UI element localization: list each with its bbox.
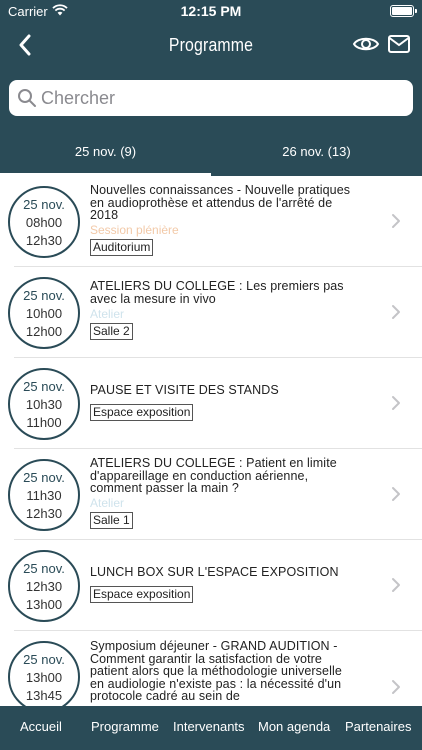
session-title: LUNCH BOX SUR L'ESPACE EXPOSITION: [90, 566, 380, 579]
session-row[interactable]: 25 nov. 10h00 12h00 ATELIERS DU COLLEGE …: [0, 267, 422, 358]
title-line: comment passer la main ?: [90, 481, 239, 495]
title-line: ATELIERS DU COLLEGE : Patient en limite: [90, 456, 337, 470]
tab-25-nov[interactable]: 25 nov. (9): [0, 131, 211, 176]
nav-bar: Programme: [0, 26, 422, 66]
room-badge: Salle 2: [90, 323, 133, 340]
session-start: 13h00: [25, 670, 63, 685]
search-bar[interactable]: [9, 80, 413, 116]
chevron-right-icon: [392, 396, 400, 410]
room-badge: Espace exposition: [90, 586, 194, 603]
room-badge: Espace exposition: [90, 404, 194, 421]
page-title: Programme: [168, 35, 254, 55]
session-date: 25 nov.: [23, 652, 65, 667]
title-line: LUNCH BOX SUR L'ESPACE EXPOSITION: [90, 565, 339, 579]
session-type: Atelier: [90, 496, 125, 510]
time-badge: 25 nov. 08h00 12h30: [8, 186, 80, 258]
session-end: 13h45: [25, 688, 63, 703]
session-start: 11h30: [26, 488, 62, 503]
room-badge: Auditorium: [90, 239, 154, 256]
room-badge: Salle 1: [90, 512, 133, 529]
tab-programme[interactable]: Programme: [91, 719, 159, 734]
session-row[interactable]: 25 nov. 13h00 13h45 Symposium déjeuner -…: [0, 631, 422, 706]
session-title: ATELIERS DU COLLEGE : Les premiers pas a…: [90, 280, 380, 305]
status-time: 12:15 PM: [180, 3, 242, 19]
tab-accueil[interactable]: Accueil: [20, 719, 62, 734]
search-input[interactable]: [41, 85, 401, 111]
session-start: 10h00: [25, 306, 63, 321]
time-badge: 25 nov. 11h30 12h30: [8, 459, 80, 531]
battery-icon: [390, 5, 417, 17]
eye-icon[interactable]: [352, 32, 380, 56]
session-title: Nouvelles connaissances - Nouvelle prati…: [90, 184, 380, 222]
session-date: 25 nov.: [23, 470, 65, 485]
title-line: en audioprothèse et attendus de l'arrêté…: [90, 195, 333, 210]
chevron-right-icon: [392, 578, 400, 592]
title-line: protocole cadré au sein de: [90, 689, 240, 703]
session-date: 25 nov.: [23, 288, 65, 303]
time-badge: 25 nov. 10h30 11h00: [8, 368, 80, 440]
header: Carrier 12:15 PM Programme Chercher 25 n…: [0, 0, 422, 176]
session-row[interactable]: 25 nov. 12h30 13h00 LUNCH BOX SUR L'ESPA…: [0, 540, 422, 631]
session-row[interactable]: 25 nov. 11h30 12h30 ATELIERS DU COLLEGE …: [0, 449, 422, 540]
session-end: 13h00: [25, 597, 63, 612]
session-row[interactable]: 25 nov. 10h30 11h00 PAUSE ET VISITE DES …: [0, 358, 422, 449]
mail-icon[interactable]: [387, 32, 411, 56]
time-badge: 25 nov. 13h00 13h45: [8, 641, 80, 706]
search-icon: [18, 89, 36, 107]
session-row[interactable]: 25 nov. 08h00 12h30 Nouvelles connaissan…: [0, 176, 422, 267]
title-line: PAUSE ET VISITE DES STANDS: [90, 383, 279, 397]
title-line: Symposium déjeuner - GRAND AUDITION -: [90, 639, 338, 653]
date-tabs: 25 nov. (9) 26 nov. (13): [0, 131, 422, 176]
session-end: 11h00: [26, 415, 62, 430]
session-type: Session plénière: [90, 223, 179, 237]
session-title: ATELIERS DU COLLEGE : Patient en limite …: [90, 457, 380, 495]
chevron-right-icon: [392, 305, 400, 319]
tab-partenaires[interactable]: Partenaires: [345, 719, 411, 734]
tab-26-nov[interactable]: 26 nov. (13): [211, 131, 422, 176]
session-end: 12h30: [25, 233, 63, 248]
session-start: 08h00: [25, 215, 63, 230]
session-end: 12h00: [25, 324, 63, 339]
time-badge: 25 nov. 12h30 13h00: [8, 550, 80, 622]
tab-mon-agenda[interactable]: Mon agenda: [258, 719, 330, 734]
title-line: Nouvelles connaissances - Nouvelle prati…: [90, 183, 351, 197]
title-line: ATELIERS DU COLLEGE : Les premiers pas: [90, 279, 344, 293]
chevron-right-icon: [392, 487, 400, 501]
status-bar: Carrier 12:15 PM: [0, 0, 422, 24]
title-line: patient alors que la méthodologie univer…: [90, 664, 342, 678]
title-line: 2018: [90, 208, 119, 222]
time-badge: 25 nov. 10h00 12h00: [8, 277, 80, 349]
bottom-tab-bar: Accueil Programme Intervenants Mon agend…: [0, 706, 422, 750]
session-date: 25 nov.: [23, 197, 65, 212]
session-title: PAUSE ET VISITE DES STANDS: [90, 384, 380, 397]
session-type: Atelier: [90, 307, 125, 321]
session-title: Symposium déjeuner - GRAND AUDITION - Co…: [90, 640, 380, 703]
chevron-right-icon: [392, 214, 400, 228]
session-date: 25 nov.: [23, 379, 65, 394]
tab-intervenants[interactable]: Intervenants: [173, 719, 245, 734]
session-end: 12h30: [25, 506, 63, 521]
session-date: 25 nov.: [23, 561, 65, 576]
session-list: 25 nov. 08h00 12h30 Nouvelles connaissan…: [0, 176, 422, 706]
chevron-right-icon: [392, 680, 400, 694]
title-line: avec la mesure in vivo: [90, 291, 216, 306]
session-start: 12h30: [25, 579, 63, 594]
session-start: 10h30: [25, 397, 63, 412]
